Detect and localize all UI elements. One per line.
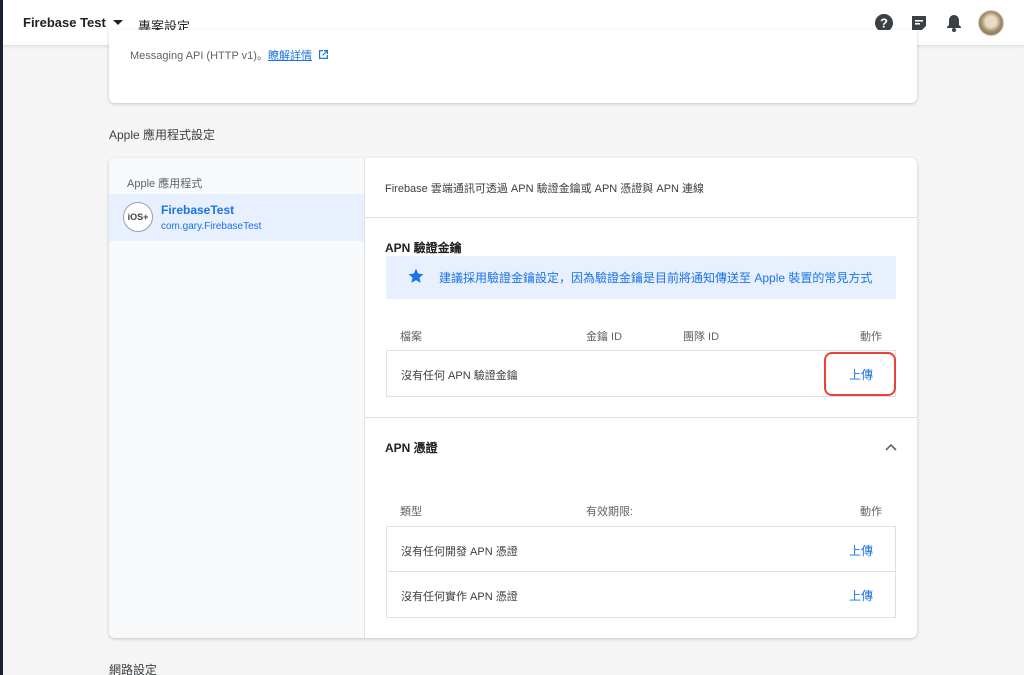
svg-text:?: ? (880, 16, 888, 31)
table-row: 沒有任何開發 APN 憑證 上傳 (387, 527, 895, 572)
row-text: 沒有任何開發 APN 憑證 (401, 546, 518, 558)
row-text: 沒有任何實作 APN 憑證 (401, 591, 518, 603)
star-icon (407, 267, 425, 290)
notifications-icon[interactable] (943, 12, 965, 34)
app-bundle-id: com.gary.FirebaseTest (161, 221, 262, 232)
avatar[interactable] (978, 10, 1004, 36)
divider (365, 217, 917, 218)
upload-dev-cert-button[interactable]: 上傳 (849, 542, 873, 559)
apple-section-title: Apple 應用程式設定 (109, 128, 216, 142)
project-selector[interactable]: Firebase Test (23, 15, 123, 30)
messaging-text: Messaging API (HTTP v1)。瞭解詳情 (130, 47, 329, 63)
apple-app-sidebar: Apple 應用程式 iOS+ FirebaseTest com.gary.Fi… (109, 158, 365, 638)
column-header-key-id: 金鑰 ID (586, 331, 623, 343)
table-row: 沒有任何 APN 驗證金鑰 上傳 (387, 351, 895, 396)
sidebar-header: Apple 應用程式 (127, 178, 203, 190)
app-name: FirebaseTest (161, 203, 235, 217)
column-header-expiry: 有效期限: (586, 506, 634, 518)
apn-auth-key-title: APN 驗證金鑰 (385, 241, 462, 255)
apn-settings-panel: Firebase 雲端通訊可透過 APN 驗證金鑰或 APN 憑證與 APN 連… (365, 158, 917, 638)
messaging-card: Messaging API (HTTP v1)。瞭解詳情 (109, 30, 917, 103)
messaging-api-label: Messaging API (HTTP v1)。 (130, 50, 268, 62)
row-text: 沒有任何 APN 驗證金鑰 (401, 370, 518, 382)
chevron-up-icon[interactable] (885, 438, 897, 456)
window-left-edge (0, 0, 3, 675)
learn-more-link[interactable]: 瞭解詳情 (268, 50, 312, 62)
highlight-annotation (824, 352, 896, 396)
ios-icon: iOS+ (123, 202, 153, 232)
apn-certificate-title: APN 憑證 (385, 441, 438, 455)
auth-key-table: 沒有任何 APN 驗證金鑰 上傳 (386, 350, 896, 397)
table-row: 沒有任何實作 APN 憑證 上傳 (387, 572, 895, 617)
caret-down-icon (112, 20, 123, 25)
recommendation-banner: 建議採用驗證金鑰設定，因為驗證金鑰是目前將通知傳送至 Apple 裝置的常見方式 (386, 256, 896, 299)
column-header-team-id: 團隊 ID (683, 331, 720, 343)
project-name: Firebase Test (23, 15, 106, 30)
sidebar-item-firebasetest[interactable]: iOS+ FirebaseTest com.gary.FirebaseTest (109, 194, 364, 241)
column-header-type: 類型 (400, 506, 422, 518)
open-in-new-icon[interactable] (318, 49, 329, 63)
upload-prod-cert-button[interactable]: 上傳 (849, 587, 873, 604)
column-header-action: 動作 (860, 331, 882, 343)
banner-text: 建議採用驗證金鑰設定，因為驗證金鑰是目前將通知傳送至 Apple 裝置的常見方式 (439, 271, 873, 285)
column-header-file: 檔案 (400, 331, 422, 343)
apn-intro-text: Firebase 雲端通訊可透過 APN 驗證金鑰或 APN 憑證與 APN 連… (385, 183, 705, 195)
certificate-table: 沒有任何開發 APN 憑證 上傳 沒有任何實作 APN 憑證 上傳 (386, 526, 896, 618)
apple-apps-card: Apple 應用程式 iOS+ FirebaseTest com.gary.Fi… (109, 158, 917, 638)
network-section-title: 網路設定 (109, 663, 158, 675)
divider (365, 417, 917, 418)
column-header-action: 動作 (860, 506, 882, 518)
